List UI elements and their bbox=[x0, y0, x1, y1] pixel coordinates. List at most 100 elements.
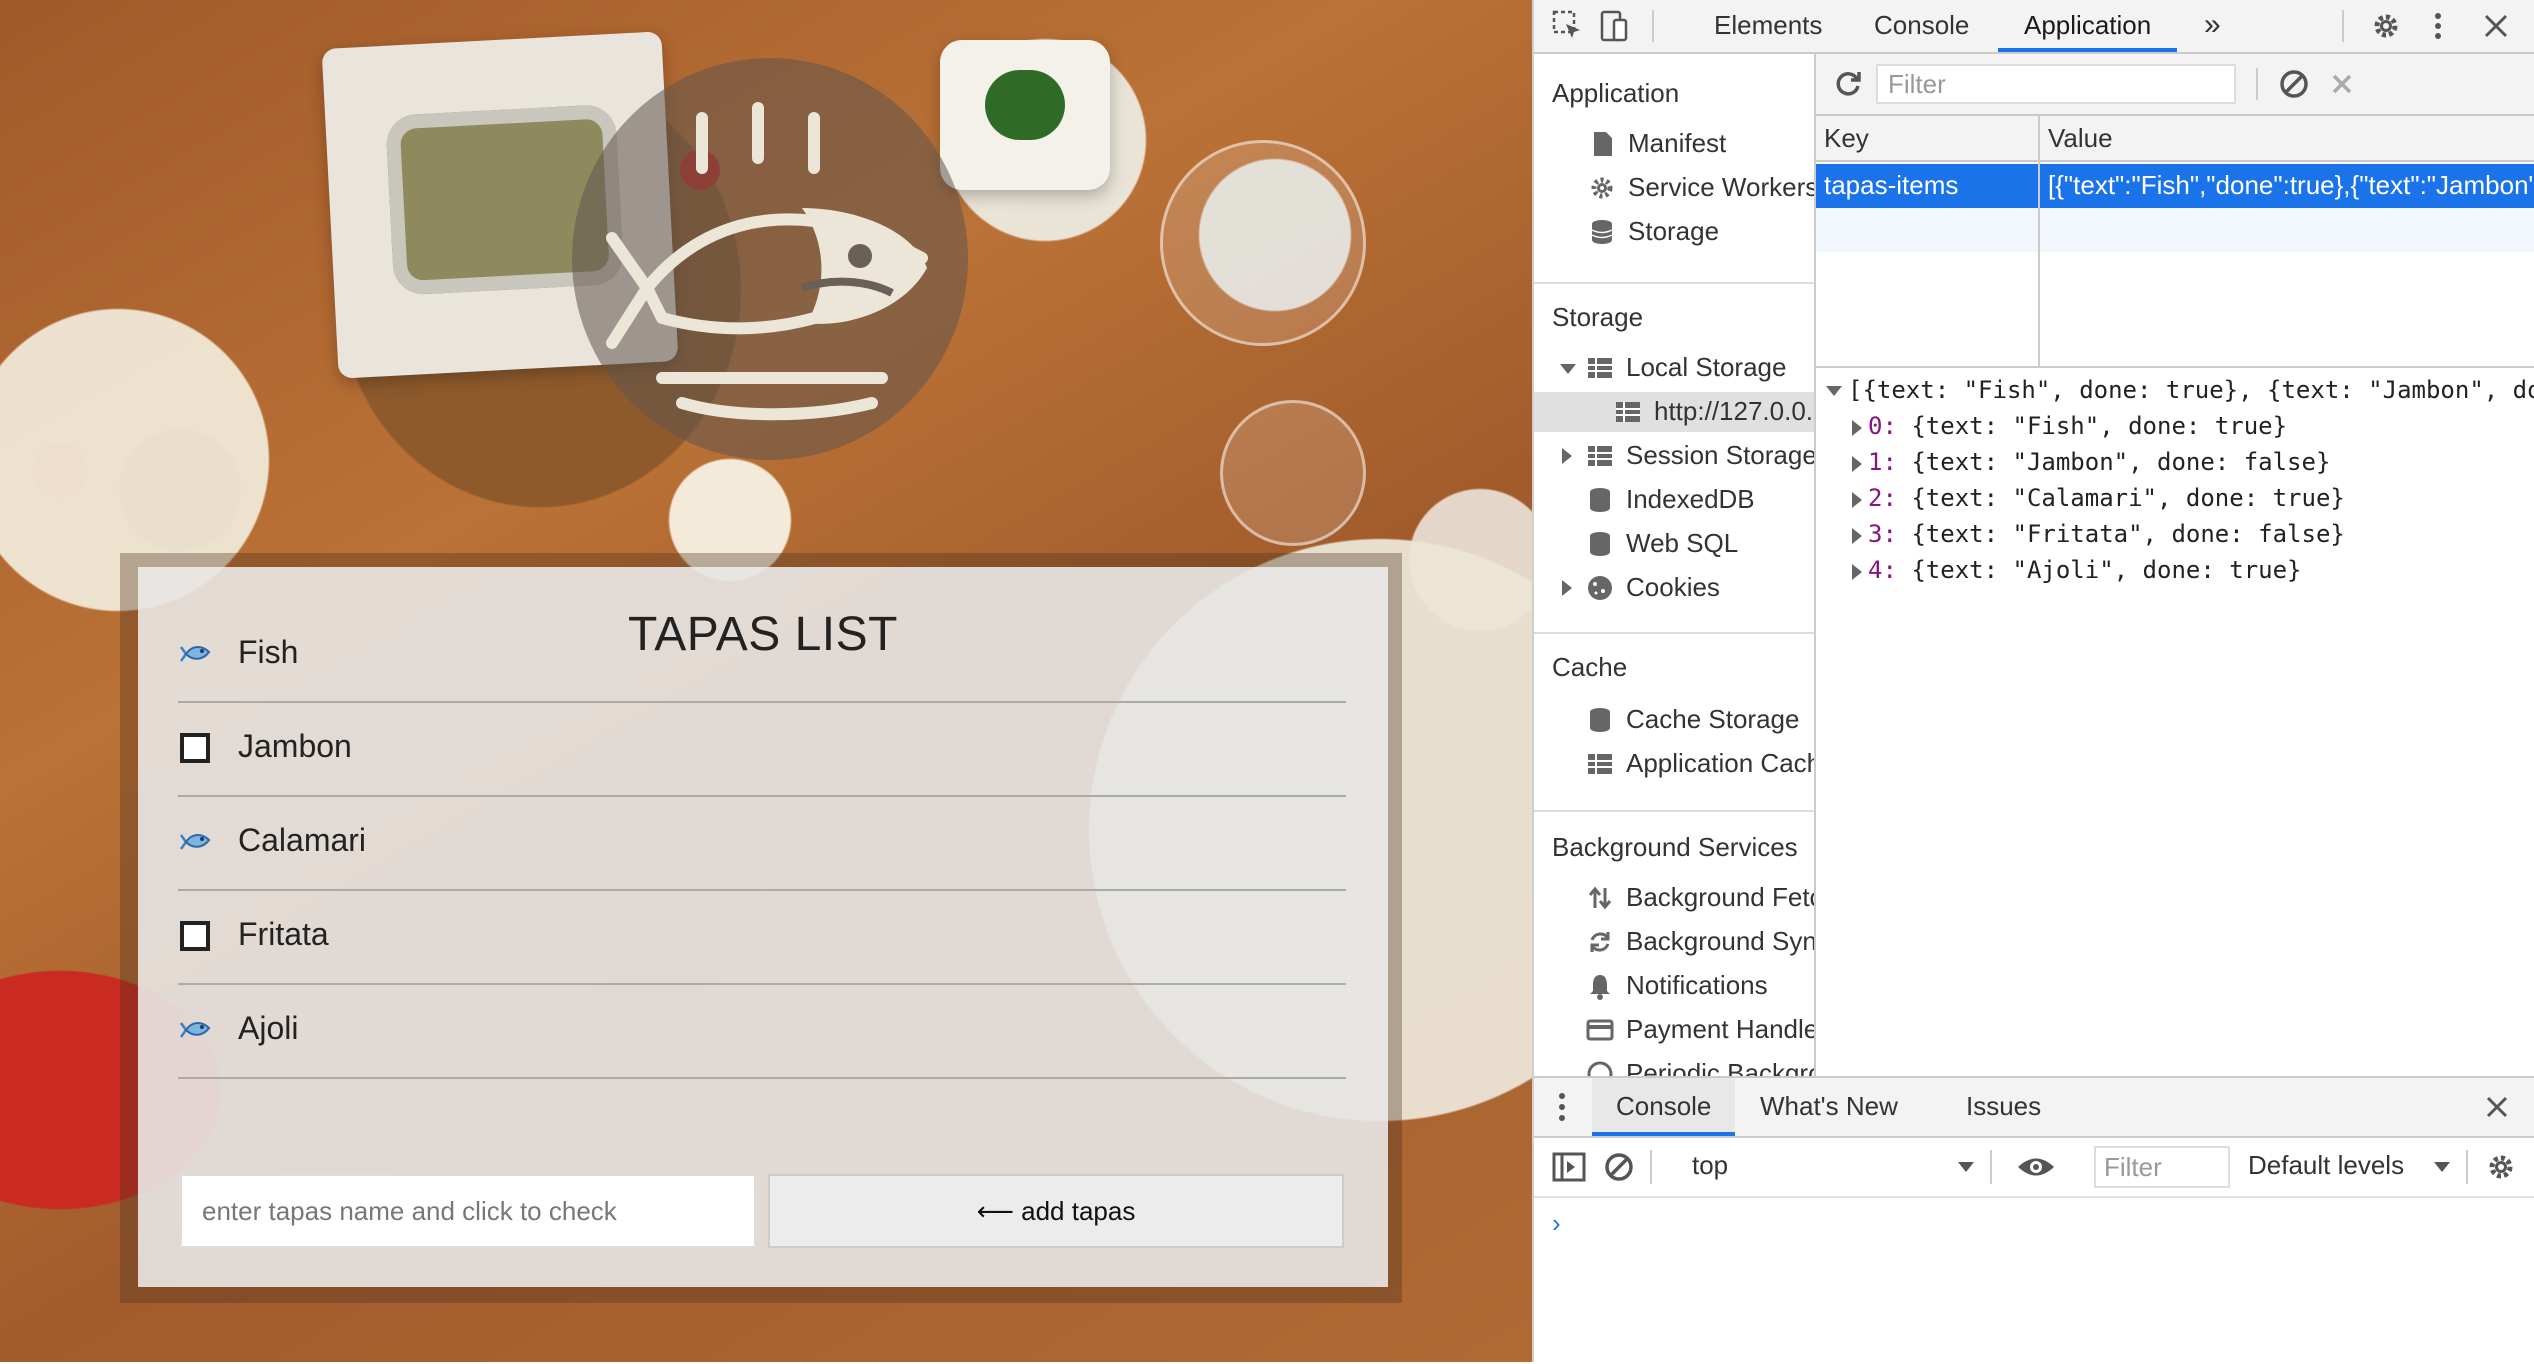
list-item[interactable]: Calamari bbox=[178, 795, 1346, 891]
key-column-header[interactable]: Key bbox=[1816, 116, 1869, 160]
console-prompt[interactable]: › bbox=[1552, 1208, 1561, 1239]
value-entry[interactable]: 4: {text: "Ajoli", done: true} bbox=[1868, 556, 2302, 584]
inspect-element-icon[interactable] bbox=[1550, 8, 1586, 44]
sidebar-item-manifest[interactable]: Manifest bbox=[1588, 124, 1814, 164]
value-entry[interactable]: 3: {text: "Fritata", done: false} bbox=[1868, 520, 2345, 548]
entry-index: 3: bbox=[1868, 520, 1897, 548]
sidebar-item-notifications[interactable]: Notifications bbox=[1586, 966, 1814, 1006]
entry-index: 4: bbox=[1868, 556, 1897, 584]
expand-arrow-icon[interactable] bbox=[1852, 528, 1862, 544]
tab-elements[interactable]: Elements bbox=[1714, 0, 1822, 52]
close-icon[interactable] bbox=[2478, 8, 2514, 44]
drawer-tab-console[interactable]: Console bbox=[1592, 1078, 1736, 1136]
device-toolbar-icon[interactable] bbox=[1596, 8, 1632, 44]
entry-index: 2: bbox=[1868, 484, 1897, 512]
column-divider bbox=[2038, 116, 2040, 366]
gear-icon[interactable] bbox=[2484, 1150, 2518, 1184]
database-icon bbox=[1590, 488, 1610, 512]
drawer-tab-issues[interactable]: Issues bbox=[1966, 1078, 2041, 1136]
bell-icon bbox=[1590, 975, 1610, 1000]
value-entry[interactable]: 0: {text: "Fish", done: true} bbox=[1868, 412, 2287, 440]
context-selector[interactable]: top bbox=[1692, 1150, 1728, 1181]
tapas-page-background: TAPAS LIST Fish Jambon Calamari Fritata Ajol… bbox=[0, 0, 1532, 1362]
table-icon bbox=[1616, 402, 1640, 422]
sidebar-item-background-fetch[interactable]: Background Fetch bbox=[1586, 878, 1814, 918]
drawer-tabs: Console What's New Issues bbox=[1534, 1078, 2534, 1138]
clear-console-icon[interactable] bbox=[1602, 1150, 1636, 1184]
sidebar-item-cache-storage[interactable]: Cache Storage bbox=[1586, 700, 1814, 740]
gear-icon[interactable] bbox=[2368, 8, 2404, 44]
drawer-tab-whats-new[interactable]: What's New bbox=[1760, 1078, 1898, 1136]
console-toolbar: top Default levels bbox=[1534, 1138, 2534, 1198]
expand-arrow-icon[interactable] bbox=[1852, 492, 1862, 508]
cookie-icon bbox=[1588, 576, 1612, 600]
tapas-name-input[interactable] bbox=[180, 1174, 756, 1248]
clear-all-icon[interactable] bbox=[2276, 66, 2312, 102]
sidebar-item-service-workers[interactable]: Service Workers bbox=[1588, 168, 1814, 208]
eye-icon[interactable] bbox=[2016, 1152, 2056, 1182]
value-entry[interactable]: 2: {text: "Calamari", done: true} bbox=[1868, 484, 2345, 512]
sidebar-item-payment-handler[interactable]: Payment Handler bbox=[1586, 1010, 1814, 1050]
checkbox[interactable] bbox=[180, 921, 210, 951]
tapas-item-label: Ajoli bbox=[238, 1010, 299, 1046]
fish-check-icon[interactable] bbox=[178, 825, 212, 859]
value-entry[interactable]: 1: {text: "Jambon", done: false} bbox=[1868, 448, 2330, 476]
delete-selected-icon[interactable] bbox=[2324, 66, 2360, 102]
list-item[interactable]: Fritata bbox=[178, 889, 1346, 985]
database-icon bbox=[1591, 220, 1613, 244]
application-sidebar: Application Manifest Service Workers Sto… bbox=[1534, 54, 1816, 1076]
chevron-down-icon[interactable] bbox=[2434, 1162, 2450, 1172]
fish-check-icon[interactable] bbox=[178, 1013, 212, 1047]
fish-logo bbox=[572, 58, 968, 460]
sidebar-item-web-sql[interactable]: Web SQL bbox=[1586, 524, 1814, 564]
sidebar-item-session-storage[interactable]: Session Storage bbox=[1560, 436, 1814, 476]
list-item[interactable]: Fish bbox=[178, 607, 1346, 703]
list-item[interactable]: Ajoli bbox=[178, 983, 1346, 1079]
kebab-menu-icon[interactable] bbox=[1552, 1088, 1572, 1126]
list-item[interactable]: Jambon bbox=[178, 701, 1346, 797]
expand-arrow-icon[interactable] bbox=[1852, 564, 1862, 580]
chevron-double-right-icon[interactable]: » bbox=[2204, 0, 2221, 52]
sidebar-item-application-cache[interactable]: Application Cache bbox=[1586, 744, 1814, 784]
chevron-down-icon[interactable] bbox=[1958, 1162, 1974, 1172]
expand-arrow-icon[interactable] bbox=[1852, 456, 1862, 472]
sidebar-item-local-origin[interactable]: http://127.0.0.1 bbox=[1534, 392, 1814, 432]
add-tapas-button[interactable]: ⟵ add tapas bbox=[768, 1174, 1344, 1248]
fish-check-icon[interactable] bbox=[178, 637, 212, 671]
collapse-arrow-icon[interactable] bbox=[1826, 386, 1842, 396]
sidebar-item-indexeddb[interactable]: IndexedDB bbox=[1586, 480, 1814, 520]
tab-application[interactable]: Application bbox=[1998, 0, 2178, 52]
sidebar-item-local-storage[interactable]: Local Storage bbox=[1560, 348, 1814, 388]
document-icon bbox=[1594, 132, 1612, 156]
sync-icon bbox=[1590, 932, 1610, 952]
value-preview: [{text: "Fish", done: true}, {text: "Jam… bbox=[1816, 368, 2534, 1018]
entry-value: {text: "Jambon", done: false} bbox=[1911, 448, 2331, 476]
checkbox[interactable] bbox=[180, 733, 210, 763]
kebab-menu-icon[interactable] bbox=[2420, 8, 2456, 44]
sidebar-toggle-icon[interactable] bbox=[1552, 1152, 1586, 1182]
entry-index: 0: bbox=[1868, 412, 1897, 440]
table-icon bbox=[1588, 358, 1612, 378]
sidebar-item-periodic-background-sync[interactable]: Periodic Background Sync bbox=[1586, 1054, 1814, 1076]
console-filter-input[interactable] bbox=[2094, 1146, 2230, 1188]
database-icon bbox=[1590, 532, 1610, 556]
database-icon bbox=[1590, 708, 1610, 732]
table-header: Key Value bbox=[1816, 116, 2534, 162]
value-column-header[interactable]: Value bbox=[2040, 116, 2113, 160]
tapas-item-label: Jambon bbox=[238, 728, 352, 764]
wine-glass bbox=[1220, 400, 1366, 546]
sidebar-item-background-sync[interactable]: Background Sync bbox=[1586, 922, 1814, 962]
log-levels-dropdown[interactable]: Default levels bbox=[2248, 1150, 2404, 1181]
storage-filter-input[interactable] bbox=[1876, 64, 2236, 104]
sidebar-divider bbox=[1534, 632, 1814, 634]
entry-value: {text: "Fish", done: true} bbox=[1911, 412, 2288, 440]
close-icon[interactable] bbox=[2482, 1092, 2512, 1122]
table-icon bbox=[1588, 446, 1612, 466]
expand-arrow-icon[interactable] bbox=[1852, 420, 1862, 436]
tab-console[interactable]: Console bbox=[1874, 0, 1969, 52]
table-row[interactable]: tapas-items [{"text":"Fish","done":true}… bbox=[1816, 164, 2534, 208]
devtools-panel: Elements Console Application » Applicati… bbox=[1532, 0, 2534, 1364]
sidebar-item-storage[interactable]: Storage bbox=[1588, 212, 1814, 252]
refresh-icon[interactable] bbox=[1830, 66, 1866, 102]
sidebar-item-cookies[interactable]: Cookies bbox=[1560, 568, 1814, 608]
